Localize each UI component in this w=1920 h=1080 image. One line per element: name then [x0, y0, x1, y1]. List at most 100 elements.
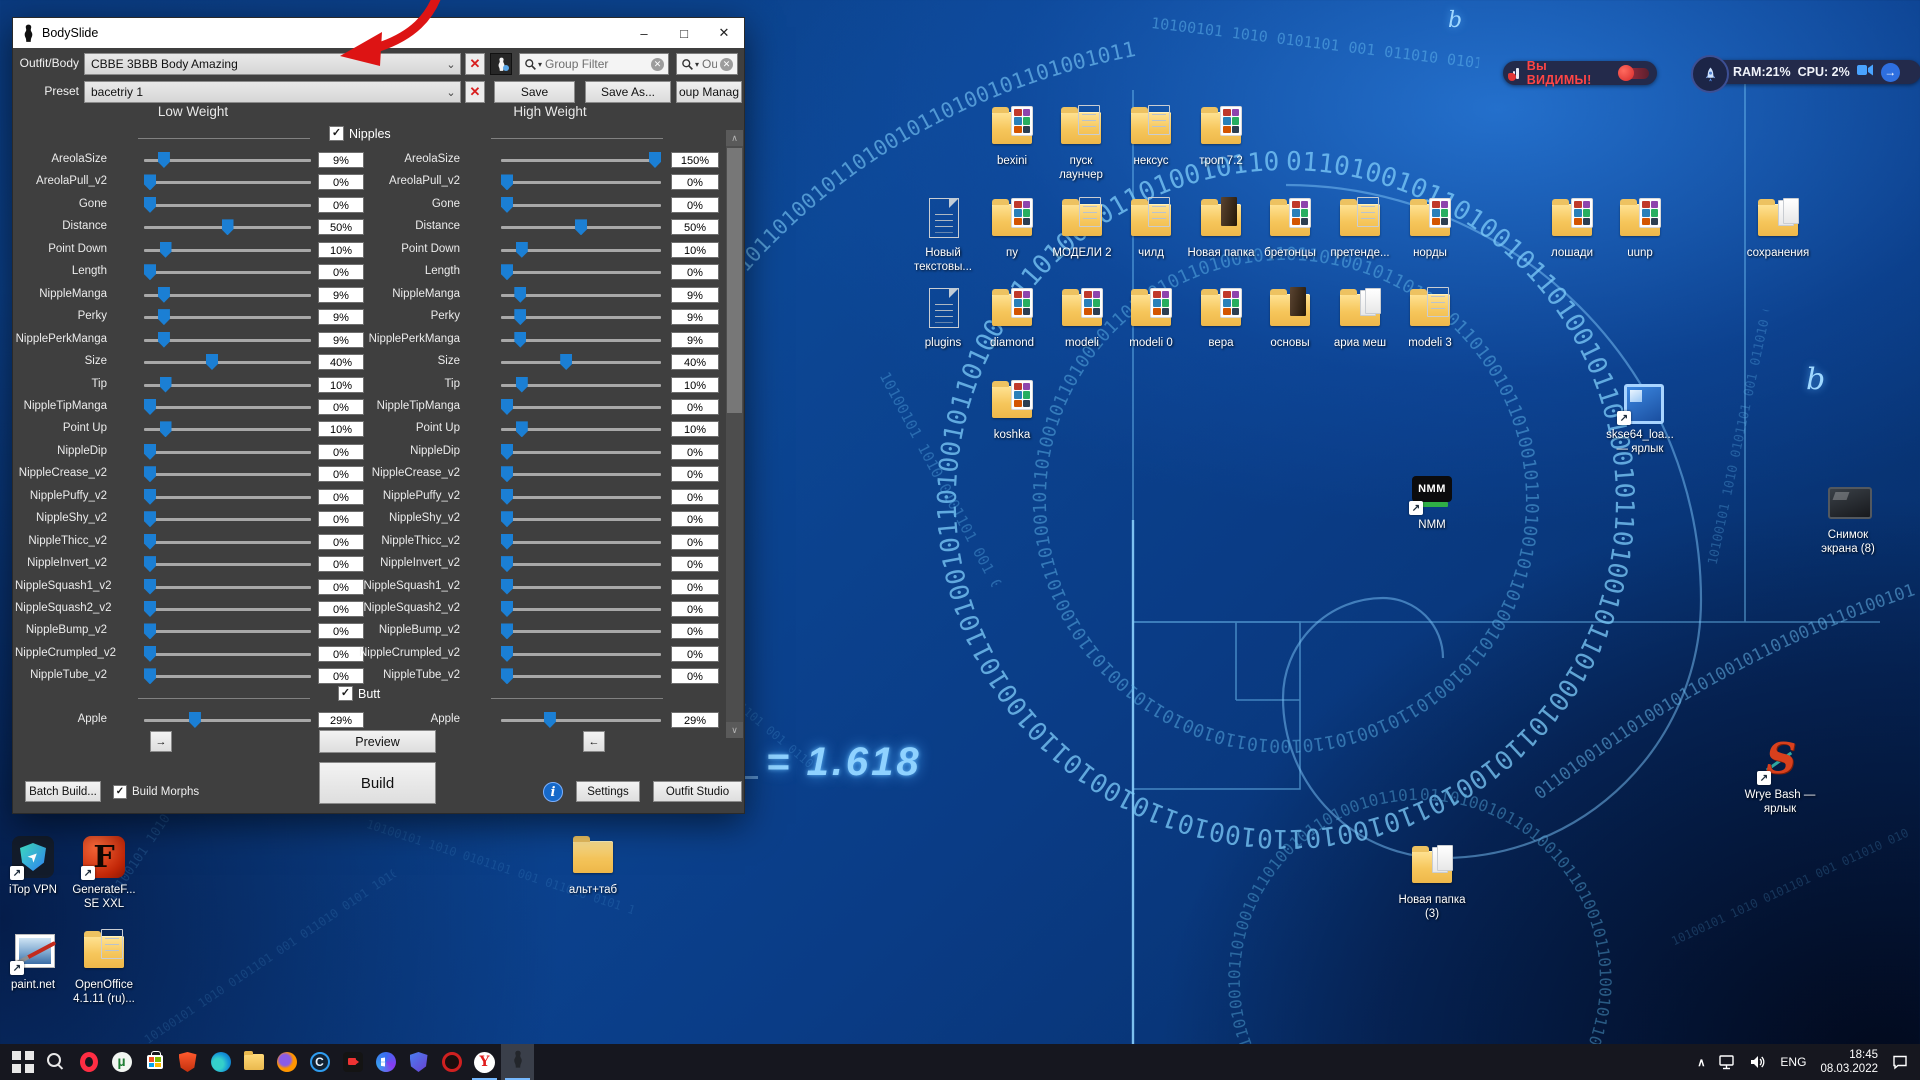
slider-track[interactable] — [501, 630, 661, 633]
slider-thumb[interactable] — [160, 242, 172, 258]
slider-value[interactable]: 50% — [671, 219, 719, 235]
network-icon[interactable] — [1719, 1055, 1736, 1070]
clear-search-icon[interactable]: ✕ — [651, 58, 664, 71]
slider-thumb[interactable] — [501, 264, 513, 280]
slider-value[interactable]: 9% — [671, 332, 719, 348]
checkbox-checked-icon[interactable]: ✓ — [338, 686, 353, 701]
settings-button[interactable]: Settings — [576, 781, 640, 802]
taskbar-defender-shield-app[interactable] — [402, 1044, 435, 1080]
slider-value[interactable]: 0% — [671, 556, 719, 572]
slider-track[interactable] — [501, 271, 661, 274]
slider-thumb[interactable] — [158, 332, 170, 348]
desktop-icon-uunp[interactable]: uunp — [1596, 196, 1684, 260]
slider-value[interactable]: 40% — [671, 354, 719, 370]
slider-thumb[interactable] — [144, 601, 156, 617]
slider-thumb[interactable] — [144, 534, 156, 550]
slider-track[interactable] — [144, 675, 311, 678]
performance-monitor-overlay[interactable]: RAM:21% CPU: 2% → — [1695, 60, 1920, 84]
slider-value[interactable]: 0% — [671, 579, 719, 595]
slider-track[interactable] — [501, 473, 661, 476]
save-button[interactable]: Save — [494, 81, 575, 103]
desktop-icon-норды[interactable]: норды — [1386, 196, 1474, 260]
build-button[interactable]: Build — [319, 762, 436, 804]
group-manager-button[interactable]: oup Manag — [676, 81, 742, 103]
slider-thumb[interactable] — [144, 466, 156, 482]
checkbox-checked-icon[interactable]: ✓ — [113, 785, 127, 799]
slider-thumb[interactable] — [501, 174, 513, 190]
taskbar-opera-browser[interactable] — [72, 1044, 105, 1080]
slider-track[interactable] — [501, 675, 661, 678]
delete-preset-button[interactable]: ✕ — [465, 81, 485, 103]
slider-track[interactable] — [144, 541, 311, 544]
slider-thumb[interactable] — [144, 623, 156, 639]
slider-thumb[interactable] — [144, 444, 156, 460]
desktop-icon-OpenOffice[interactable]: OpenOffice 4.1.11 (ru)... — [60, 928, 148, 1007]
visibility-indicator-overlay[interactable]: Вы ВИДИМЫ! — [1503, 61, 1657, 85]
taskbar-microsoft-store[interactable] — [138, 1044, 171, 1080]
slider-track[interactable] — [144, 496, 311, 499]
preview-button[interactable]: Preview — [319, 730, 436, 753]
slider-value[interactable]: 29% — [671, 712, 719, 728]
slider-track[interactable] — [501, 451, 661, 454]
slider-track[interactable] — [144, 204, 311, 207]
slider-track[interactable] — [501, 181, 661, 184]
scroll-up-button[interactable]: ∧ — [726, 130, 743, 146]
slider-value[interactable]: 0% — [671, 197, 719, 213]
slider-thumb[interactable] — [514, 287, 526, 303]
slider-thumb[interactable] — [144, 174, 156, 190]
slider-thumb[interactable] — [516, 242, 528, 258]
slider-track[interactable] — [501, 518, 661, 521]
slider-track[interactable] — [144, 451, 311, 454]
slider-track[interactable] — [501, 541, 661, 544]
slider-thumb[interactable] — [144, 668, 156, 684]
scroll-down-button[interactable]: ∨ — [726, 722, 743, 738]
taskbar-screen-capture-app[interactable] — [336, 1044, 369, 1080]
slider-track[interactable] — [144, 181, 311, 184]
slider-thumb[interactable] — [501, 399, 513, 415]
slider-thumb[interactable] — [516, 421, 528, 437]
slider-track[interactable] — [144, 586, 311, 589]
desktop-icon-skse64_loa...[interactable]: ↗skse64_loa... — ярлык — [1596, 378, 1684, 457]
tray-overflow-chevron-icon[interactable]: ∧ — [1697, 1056, 1705, 1069]
slider-track[interactable] — [501, 159, 661, 162]
save-as-button[interactable]: Save As... — [585, 81, 671, 103]
slider-value[interactable]: 0% — [671, 466, 719, 482]
slider-thumb[interactable] — [501, 646, 513, 662]
slider-thumb[interactable] — [144, 556, 156, 572]
desktop-icon-koshka[interactable]: koshka — [968, 378, 1056, 442]
slider-thumb[interactable] — [144, 399, 156, 415]
butt-section-checkbox[interactable]: ✓ Butt — [338, 686, 380, 701]
info-button[interactable]: i — [543, 782, 563, 802]
slider-thumb[interactable] — [158, 309, 170, 325]
desktop-icon-NMM[interactable]: NMM↗NMM — [1388, 468, 1476, 532]
taskbar-win-app[interactable] — [369, 1044, 402, 1080]
taskbar-edge-browser[interactable] — [204, 1044, 237, 1080]
desktop-icon-альт+таб[interactable]: альт+таб — [549, 833, 637, 897]
slider-value[interactable]: 0% — [671, 264, 719, 280]
slider-thumb[interactable] — [544, 712, 556, 728]
volume-icon[interactable] — [1750, 1055, 1766, 1069]
outfit-body-combobox[interactable]: CBBE 3BBB Body Amazing ⌄ — [84, 53, 461, 75]
slider-thumb[interactable] — [206, 354, 218, 370]
chevron-down-icon[interactable]: ⌄ — [442, 58, 460, 71]
slider-track[interactable] — [501, 406, 661, 409]
desktop-icon-Новая-папка[interactable]: Новая папка (3) — [1388, 843, 1476, 922]
slider-value[interactable]: 0% — [671, 623, 719, 639]
action-center-icon[interactable] — [1892, 1055, 1908, 1070]
slider-value[interactable]: 0% — [671, 444, 719, 460]
slider-thumb[interactable] — [501, 668, 513, 684]
slider-thumb[interactable] — [501, 197, 513, 213]
taskbar-red-utility-app[interactable] — [435, 1044, 468, 1080]
slider-thumb[interactable] — [501, 556, 513, 572]
visibility-toggle[interactable] — [1620, 68, 1649, 79]
slider-track[interactable] — [144, 608, 311, 611]
slider-track[interactable] — [144, 361, 311, 364]
slider-thumb[interactable] — [144, 197, 156, 213]
preset-combobox[interactable]: bacetriy 1 ⌄ — [84, 81, 461, 103]
slider-track[interactable] — [144, 473, 311, 476]
slider-thumb[interactable] — [501, 489, 513, 505]
copy-to-low-button[interactable]: ← — [583, 731, 605, 752]
slider-thumb[interactable] — [514, 332, 526, 348]
taskbar-search-button[interactable] — [39, 1044, 72, 1080]
language-indicator[interactable]: ENG — [1780, 1055, 1806, 1069]
